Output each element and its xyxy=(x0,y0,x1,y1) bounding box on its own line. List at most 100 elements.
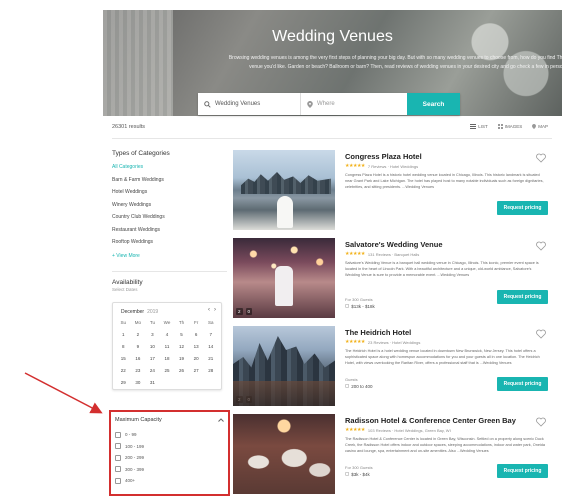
location-search-input[interactable]: Where xyxy=(301,93,407,115)
calendar-day[interactable]: 7 xyxy=(203,331,218,339)
calendar-header: December 2019 ‹ › xyxy=(116,307,218,317)
venue-listing-card[interactable]: Congress Plaza Hotel ★★★★★ 7 Reviews · Ho… xyxy=(233,150,552,230)
venue-photo[interactable] xyxy=(233,414,335,494)
calendar-day[interactable]: 4 xyxy=(160,331,175,339)
calendar-day[interactable]: 19 xyxy=(174,355,189,363)
images-view-toggle[interactable]: IMAGES xyxy=(497,124,522,129)
calendar-year: 2019 xyxy=(147,309,159,315)
venue-info: Salvatore's Wedding Venue ★★★★★ 131 Revie… xyxy=(345,238,550,278)
calendar-day xyxy=(174,379,189,387)
calendar-day[interactable]: 30 xyxy=(131,379,146,387)
calendar-next-icon[interactable]: › xyxy=(214,307,216,313)
favorite-heart-icon[interactable] xyxy=(536,329,546,339)
venue-listing-card[interactable]: Radisson Hotel & Conference Center Green… xyxy=(233,414,552,494)
calendar-day[interactable]: 18 xyxy=(160,355,175,363)
search-button[interactable]: Search xyxy=(407,93,460,115)
venue-photo[interactable]: 2 0 xyxy=(233,238,335,318)
meta-value-row: ▢ 200 to 400 xyxy=(345,383,373,389)
view-toggle: LIST IMAGES MAP xyxy=(470,124,548,129)
request-pricing-button[interactable]: Request pricing xyxy=(497,464,548,478)
calendar-day[interactable]: 2 xyxy=(131,331,146,339)
checkbox[interactable] xyxy=(115,443,121,450)
calendar-day[interactable]: 5 xyxy=(174,331,189,339)
venue-title[interactable]: Congress Plaza Hotel xyxy=(345,152,550,161)
meta-value: $3k - $4k xyxy=(351,471,370,477)
venue-photo[interactable]: 2 0 xyxy=(233,326,335,406)
request-pricing-button[interactable]: Request pricing xyxy=(497,377,548,391)
capacity-option[interactable]: 100 - 199 xyxy=(115,441,224,453)
category-search-value: Wedding Venues xyxy=(215,101,261,107)
category-link-hotel[interactable]: Hotel Weddings xyxy=(112,189,227,202)
request-pricing-button[interactable]: Request pricing xyxy=(497,201,548,215)
favorite-heart-icon[interactable] xyxy=(536,417,546,427)
venue-description: The Radisson Hotel & Conference Center i… xyxy=(345,437,546,453)
capacity-option[interactable]: 300 - 399 xyxy=(115,464,224,476)
category-link-restaurant[interactable]: Restaurant Weddings xyxy=(112,227,227,240)
calendar-prev-icon[interactable]: ‹ xyxy=(208,307,210,313)
calendar-day[interactable]: 27 xyxy=(189,367,204,375)
calendar-day[interactable]: 25 xyxy=(160,367,175,375)
rating-text: 103 Reviews · Hotel Weddings, Green Bay,… xyxy=(367,427,451,433)
calendar-day[interactable]: 29 xyxy=(116,379,131,387)
calendar-day[interactable]: 6 xyxy=(189,331,204,339)
calendar-day[interactable]: 16 xyxy=(131,355,146,363)
calendar-day[interactable]: 13 xyxy=(189,343,204,351)
category-link-country-club[interactable]: Country Club Weddings xyxy=(112,214,227,227)
request-pricing-button[interactable]: Request pricing xyxy=(497,290,548,304)
checkbox[interactable] xyxy=(115,454,121,461)
capacity-option-label: 0 - 99 xyxy=(125,432,137,438)
venue-description: Congress Plaza Hotel is a historic hotel… xyxy=(345,173,544,189)
calendar-day[interactable]: 11 xyxy=(160,343,175,351)
calendar-day[interactable]: 1 xyxy=(116,331,131,339)
category-link-winery[interactable]: Winery Weddings xyxy=(112,202,227,215)
calendar-day[interactable]: 15 xyxy=(116,355,131,363)
availability-select-dates[interactable]: Select Dates xyxy=(112,287,227,292)
calendar-day[interactable]: 3 xyxy=(145,331,160,339)
calendar-day[interactable]: 9 xyxy=(131,343,146,351)
video-count-badge: 0 xyxy=(245,308,253,315)
venue-listing-card[interactable]: 2 0 The Heidrich Hotel ★★★★★ 23 Reviews ·… xyxy=(233,326,552,406)
calendar-day[interactable]: 26 xyxy=(174,367,189,375)
calendar-day[interactable]: 20 xyxy=(189,355,204,363)
favorite-heart-icon[interactable] xyxy=(536,241,546,251)
venue-description: The Heidrich Hotel is a hotel wedding ve… xyxy=(345,349,540,365)
calendar-day[interactable]: 8 xyxy=(116,343,131,351)
calendar-day[interactable]: 14 xyxy=(203,343,218,351)
calendar-day[interactable]: 21 xyxy=(203,355,218,363)
capacity-option[interactable]: 0 - 99 xyxy=(115,429,224,441)
checkbox[interactable] xyxy=(115,477,121,484)
meta-value: 200 to 400 xyxy=(351,383,373,389)
view-more-categories-link[interactable]: + View More xyxy=(112,253,227,259)
list-view-toggle[interactable]: LIST xyxy=(470,124,488,129)
category-search-input[interactable]: Wedding Venues xyxy=(198,93,301,115)
capacity-option[interactable]: 400+ xyxy=(115,475,224,487)
calendar-day xyxy=(203,379,218,387)
calendar-day[interactable]: 12 xyxy=(174,343,189,351)
venue-listing-card[interactable]: 2 0 Salvatore's Wedding Venue ★★★★★ 131 R… xyxy=(233,238,552,318)
map-view-toggle[interactable]: MAP xyxy=(532,124,548,129)
capacity-option[interactable]: 200 - 299 xyxy=(115,452,224,464)
checkbox[interactable] xyxy=(115,466,121,473)
capacity-header[interactable]: Maximum Capacity xyxy=(115,417,224,423)
venue-photo[interactable] xyxy=(233,150,335,230)
checkbox[interactable] xyxy=(115,431,121,438)
calendar-day[interactable]: 10 xyxy=(145,343,160,351)
calendar-day[interactable]: 17 xyxy=(145,355,160,363)
photo-count-badge: 2 xyxy=(236,396,243,403)
venue-rating: ★★★★★ 103 Reviews · Hotel Weddings, Green… xyxy=(345,427,550,433)
calendar-day[interactable]: 28 xyxy=(203,367,218,375)
category-link-all[interactable]: All Categories xyxy=(112,164,227,177)
calendar-day[interactable]: 31 xyxy=(145,379,160,387)
calendar-day[interactable]: 23 xyxy=(131,367,146,375)
favorite-heart-icon[interactable] xyxy=(536,153,546,163)
rating-text: 23 Reviews · Hotel Weddings xyxy=(367,339,421,345)
category-link-rooftop[interactable]: Rooftop Weddings xyxy=(112,239,227,252)
grid-icon xyxy=(497,124,503,129)
category-link-barn-farm[interactable]: Barn & Farm Weddings xyxy=(112,177,227,190)
calendar-day[interactable]: 24 xyxy=(145,367,160,375)
calendar-day[interactable]: 22 xyxy=(116,367,131,375)
venue-title[interactable]: Salvatore's Wedding Venue xyxy=(345,240,550,249)
calendar-weekday: We xyxy=(163,320,171,325)
venue-title[interactable]: The Heidrich Hotel xyxy=(345,328,550,337)
venue-title[interactable]: Radisson Hotel & Conference Center Green… xyxy=(345,416,550,425)
